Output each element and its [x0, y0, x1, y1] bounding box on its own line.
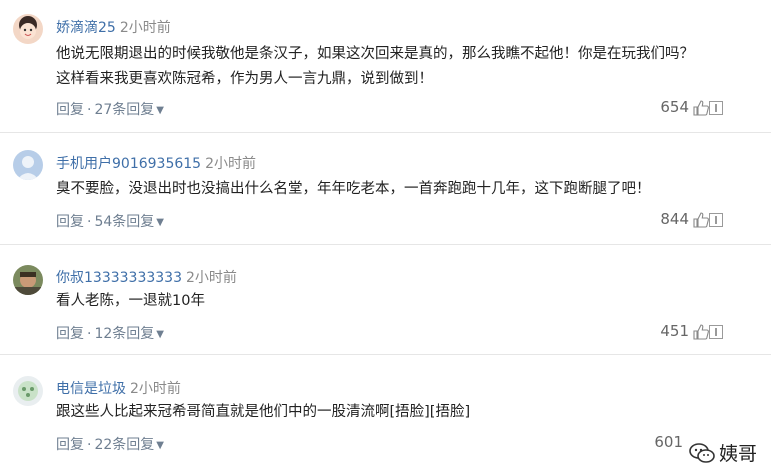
comment-item: 娇滴滴25 2小时前 他说无限期退出的时候我敬他是条汉子，如果这次回来是真的，那么… — [0, 0, 771, 133]
view-replies-button[interactable]: 12条回复 ▼ — [94, 326, 164, 342]
comment-item: 手机用户9016935615 2小时前 臭不要脸，没退出时也没搞出什么名堂，年年吃… — [0, 132, 771, 245]
replies-count: 54条回复 — [94, 214, 155, 230]
comment-text: 跟这些人比起来冠希哥简直就是他们中的一股清流啊[捂脸][捂脸] — [56, 400, 751, 425]
comment-actions: 回复 · 27条回复 ▼ — [56, 99, 164, 119]
avatar[interactable] — [13, 150, 43, 180]
replies-count: 22条回复 — [94, 437, 155, 453]
view-replies-button[interactable]: 27条回复 ▼ — [94, 102, 164, 118]
username-text[interactable]: 你叔13333333333 — [56, 270, 182, 286]
avatar[interactable] — [13, 14, 43, 44]
like-count: 601 — [654, 433, 683, 451]
comment-username[interactable]: 手机用户9016935615 2小时前 — [56, 153, 256, 173]
reply-button[interactable]: 回复 — [56, 326, 84, 342]
username-text[interactable]: 电信是垃圾 — [56, 381, 126, 397]
report-icon[interactable] — [709, 213, 723, 227]
avatar[interactable] — [13, 376, 43, 406]
comment-actions: 回复 · 54条回复 ▼ — [56, 211, 164, 231]
thumbs-up-icon[interactable] — [693, 100, 709, 116]
reply-button[interactable]: 回复 — [56, 437, 84, 453]
username-text[interactable]: 娇滴滴25 — [56, 20, 116, 36]
comment-line: 他说无限期退出的时候我敬他是条汉子，如果这次回来是真的，那么我瞧不起他！你是在玩… — [56, 46, 694, 62]
comment-time: 2小时前 — [130, 381, 181, 397]
wechat-icon — [689, 442, 715, 463]
comment-actions: 回复 · 12条回复 ▼ — [56, 323, 164, 343]
replies-count: 12条回复 — [94, 326, 155, 342]
comment-line: 跟这些人比起来冠希哥简直就是他们中的一股清流啊[捂脸][捂脸] — [56, 404, 471, 420]
watermark: 姨哥 — [689, 439, 757, 466]
comment-actions: 回复 · 22条回复 ▼ — [56, 434, 164, 454]
replies-count: 27条回复 — [94, 102, 155, 118]
like-count: 654 — [660, 98, 689, 116]
comment-username[interactable]: 你叔13333333333 2小时前 — [56, 267, 237, 287]
comment-username[interactable]: 电信是垃圾 2小时前 — [56, 378, 181, 398]
chevron-down-icon: ▼ — [156, 440, 164, 451]
thumbs-up-icon[interactable] — [693, 212, 709, 228]
thumbs-up-icon[interactable] — [693, 324, 709, 340]
comment-text: 臭不要脸，没退出时也没搞出什么名堂，年年吃老本，一首奔跑跑十几年，这下跑断腿了吧… — [56, 177, 751, 202]
separator-dot: · — [87, 214, 92, 230]
chevron-down-icon: ▼ — [156, 105, 164, 116]
separator-dot: · — [87, 437, 92, 453]
reply-button[interactable]: 回复 — [56, 102, 84, 118]
view-replies-button[interactable]: 22条回复 ▼ — [94, 437, 164, 453]
comment-time: 2小时前 — [205, 156, 256, 172]
avatar[interactable] — [13, 265, 43, 295]
comment-item: 电信是垃圾 2小时前 跟这些人比起来冠希哥简直就是他们中的一股清流啊[捂脸][捂脸… — [0, 354, 771, 476]
separator-dot: · — [87, 326, 92, 342]
like-count: 844 — [660, 210, 689, 228]
chevron-down-icon: ▼ — [156, 329, 164, 340]
comment-time: 2小时前 — [119, 20, 171, 36]
comment-item: 你叔13333333333 2小时前 看人老陈，一退就10年 回复 · 12条回复 ▼ … — [0, 244, 771, 355]
comment-line: 臭不要脸，没退出时也没搞出什么名堂，年年吃老本，一首奔跑跑十几年，这下跑断腿了吧… — [56, 181, 651, 197]
comment-time: 2小时前 — [185, 270, 237, 286]
report-icon[interactable] — [709, 101, 723, 115]
separator-dot: · — [87, 102, 92, 118]
username-text[interactable]: 手机用户9016935615 — [56, 156, 201, 172]
view-replies-button[interactable]: 54条回复 ▼ — [94, 214, 164, 230]
report-icon[interactable] — [709, 325, 723, 339]
comment-text: 看人老陈，一退就10年 — [56, 289, 751, 314]
like-count: 451 — [660, 322, 689, 340]
comment-text: 他说无限期退出的时候我敬他是条汉子，如果这次回来是真的，那么我瞧不起他！你是在玩… — [56, 42, 751, 92]
comment-line: 看人老陈，一退就10年 — [56, 293, 205, 309]
reply-button[interactable]: 回复 — [56, 214, 84, 230]
comment-line: 这样看来我更喜欢陈冠希，作为男人一言九鼎，说到做到！ — [56, 71, 433, 87]
watermark-text: 姨哥 — [718, 443, 757, 465]
chevron-down-icon: ▼ — [156, 217, 164, 228]
comment-username[interactable]: 娇滴滴25 2小时前 — [56, 17, 171, 37]
